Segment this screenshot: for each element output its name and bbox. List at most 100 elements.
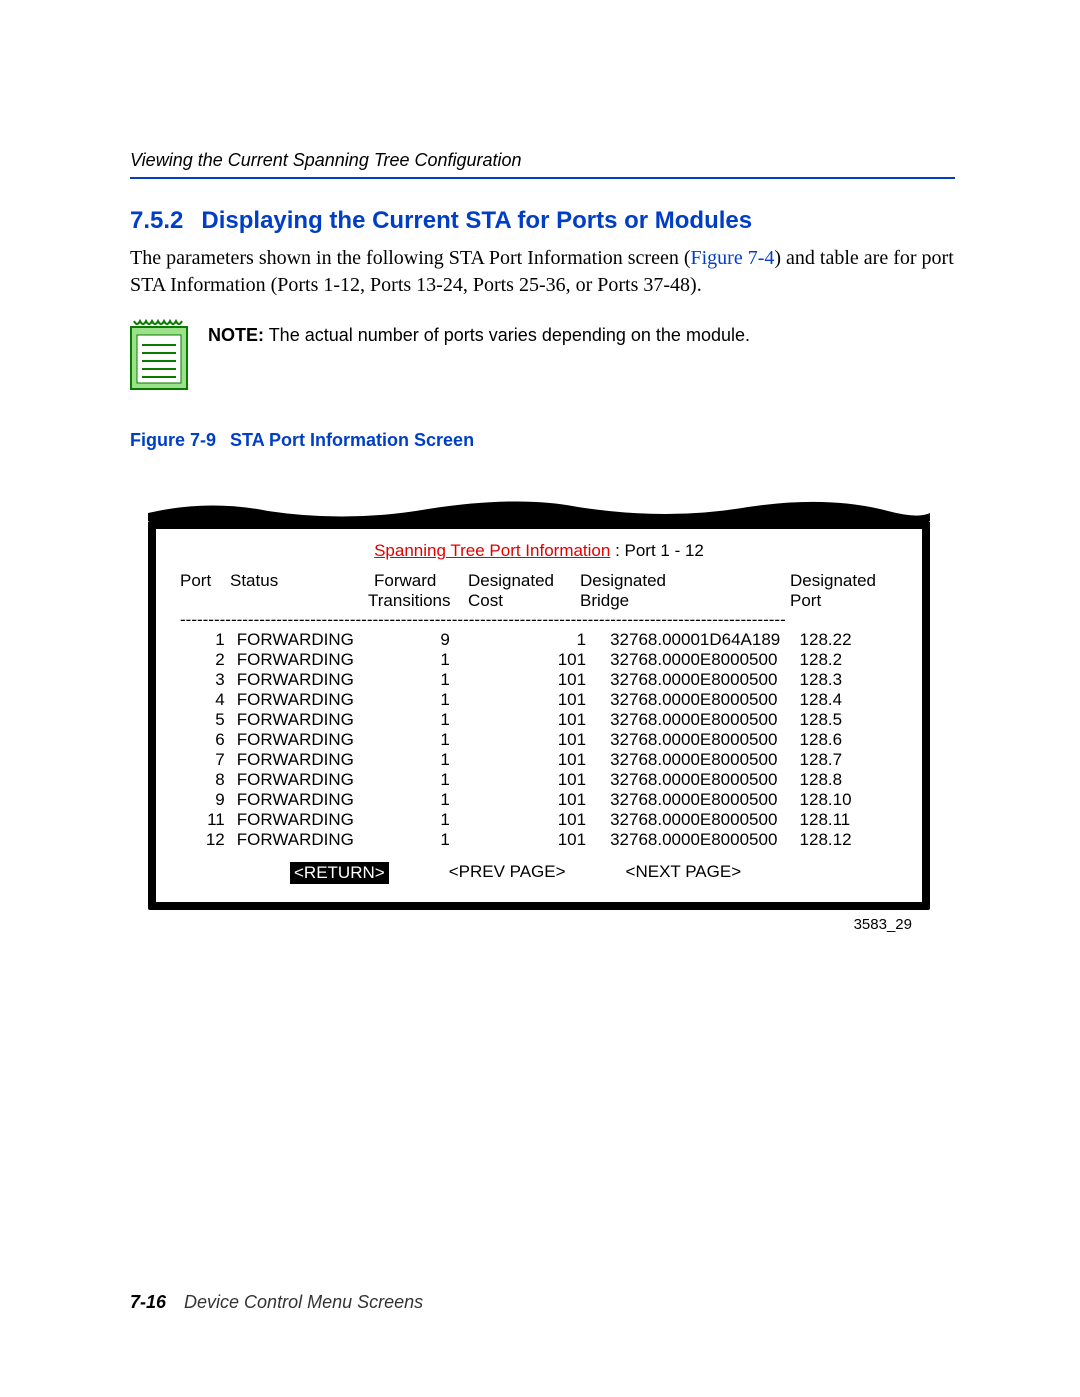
return-button[interactable]: <RETURN> [290,862,389,884]
cell-cost: 101 [486,770,610,790]
cell-status: FORWARDING [237,830,361,850]
table-row: 8FORWARDING110132768.0000E8000500128.8 [180,770,898,790]
table-body: 1FORWARDING9132768.00001D64A189128.222FO… [180,630,898,851]
cell-port: 4 [180,690,237,710]
cell-port: 8 [180,770,237,790]
figure-image-id: 3583_29 [148,916,912,933]
cell-status: FORWARDING [237,810,361,830]
col-fwd: Forward [368,571,468,591]
cell-status: FORWARDING [237,710,361,730]
cell-fwd: 1 [360,690,486,710]
cell-dport: 128.8 [786,770,898,790]
table-row: 2FORWARDING110132768.0000E8000500128.2 [180,650,898,670]
cell-port: 5 [180,710,237,730]
table-row: 3FORWARDING110132768.0000E8000500128.3 [180,670,898,690]
note-text: NOTE: The actual number of ports varies … [208,319,750,348]
cell-status: FORWARDING [237,690,361,710]
cell-cost: 101 [486,670,610,690]
cell-fwd: 1 [360,810,486,830]
cell-cost: 101 [486,790,610,810]
table-row: 7FORWARDING110132768.0000E8000500128.7 [180,750,898,770]
cell-status: FORWARDING [237,650,361,670]
cell-fwd: 1 [360,750,486,770]
cell-status: FORWARDING [237,630,361,650]
cell-dport: 128.10 [786,790,898,810]
cell-cost: 101 [486,730,610,750]
cell-bridge: 32768.0000E8000500 [610,710,785,730]
col-port: Port [180,571,230,591]
cell-status: FORWARDING [237,730,361,750]
cell-cost: 101 [486,750,610,770]
cell-cost: 101 [486,810,610,830]
cell-status: FORWARDING [237,670,361,690]
cell-port: 11 [180,810,237,830]
col-status: Status [230,571,368,591]
cell-bridge: 32768.0000E8000500 [610,690,785,710]
cell-port: 6 [180,730,237,750]
cell-status: FORWARDING [237,750,361,770]
cell-status: FORWARDING [237,770,361,790]
cell-bridge: 32768.00001D64A189 [610,630,785,650]
cell-dport: 128.7 [786,750,898,770]
cell-bridge: 32768.0000E8000500 [610,650,785,670]
cell-cost: 101 [486,690,610,710]
cell-bridge: 32768.0000E8000500 [610,810,785,830]
terminal-title-red: Spanning Tree Port Information [374,541,610,560]
col-fwd2: Transitions [368,591,468,611]
terminal-title-rest: : Port 1 - 12 [610,541,704,560]
table-header-row2: Transitions Cost Bridge Port [180,591,898,611]
table-row: 1FORWARDING9132768.00001D64A189128.22 [180,630,898,650]
note-body: The actual number of ports varies depend… [269,325,750,345]
cell-dport: 128.3 [786,670,898,690]
next-page-button[interactable]: <NEXT PAGE> [626,862,742,884]
intro-paragraph: The parameters shown in the following ST… [130,245,955,299]
figure-title: STA Port Information Screen [230,430,474,450]
col-cost2: Cost [468,591,580,611]
running-head: Viewing the Current Spanning Tree Config… [130,150,955,177]
cell-port: 12 [180,830,237,850]
col-cost: Designated [468,571,580,591]
figure-number: Figure 7-9 [130,430,216,450]
cell-status: FORWARDING [237,790,361,810]
page-number: 7-16 [130,1292,166,1312]
cell-bridge: 32768.0000E8000500 [610,670,785,690]
cell-bridge: 32768.0000E8000500 [610,770,785,790]
cell-fwd: 1 [360,670,486,690]
cell-fwd: 1 [360,770,486,790]
page-footer: 7-16 Device Control Menu Screens [130,1292,423,1313]
table-row: 5FORWARDING110132768.0000E8000500128.5 [180,710,898,730]
terminal-figure: Spanning Tree Port Information : Port 1 … [148,497,930,933]
table-header-row1: Port Status Forward Designated Designate… [180,571,898,591]
col-dport2: Port [776,591,886,611]
cell-fwd: 1 [360,730,486,750]
cell-dport: 128.5 [786,710,898,730]
figure-caption: Figure 7-9 STA Port Information Screen [130,430,955,451]
terminal-actions: <RETURN> <PREV PAGE> <NEXT PAGE> [180,862,898,884]
header-rule [130,177,955,179]
cell-port: 3 [180,670,237,690]
prev-page-button[interactable]: <PREV PAGE> [449,862,566,884]
cell-fwd: 9 [360,630,486,650]
col-bridge: Designated [580,571,776,591]
table-row: 6FORWARDING110132768.0000E8000500128.6 [180,730,898,750]
cell-cost: 101 [486,650,610,670]
section-title: Displaying the Current STA for Ports or … [201,207,752,234]
cell-fwd: 1 [360,790,486,810]
cell-fwd: 1 [360,710,486,730]
section-number: 7.5.2 [130,207,183,234]
cell-bridge: 32768.0000E8000500 [610,730,785,750]
figure-link[interactable]: Figure 7-4 [691,247,775,269]
table-row: 12FORWARDING110132768.0000E8000500128.12 [180,830,898,850]
cell-port: 2 [180,650,237,670]
table-row: 11FORWARDING110132768.0000E8000500128.11 [180,810,898,830]
note-label: NOTE: [208,325,264,345]
cell-cost: 1 [486,630,610,650]
col-dport: Designated [776,571,886,591]
table-row: 9FORWARDING110132768.0000E8000500128.10 [180,790,898,810]
cell-fwd: 1 [360,650,486,670]
cell-cost: 101 [486,830,610,850]
footer-title: Device Control Menu Screens [184,1292,423,1312]
table-row: 4FORWARDING110132768.0000E8000500128.4 [180,690,898,710]
note-block: NOTE: The actual number of ports varies … [130,319,955,396]
terminal-inner: Spanning Tree Port Information : Port 1 … [156,529,922,902]
